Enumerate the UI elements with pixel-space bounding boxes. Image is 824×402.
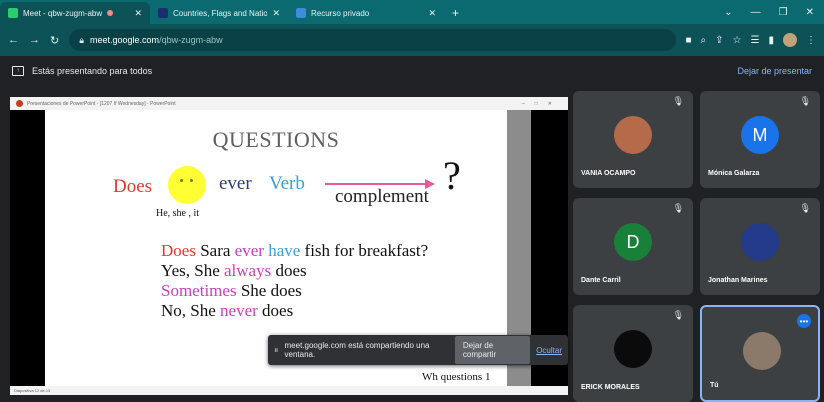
new-tab-button[interactable]: +: [444, 6, 467, 24]
stop-sharing-button[interactable]: Dejar de compartir: [454, 336, 531, 364]
slide-verb: Verb: [269, 173, 305, 194]
toolbar-icons: ■ ⌕ ⇪ ☆ ☰ ▮ ⋮: [686, 33, 816, 47]
powerpoint-titlebar: Presentaciones de PowerPoint - [1207 If …: [10, 97, 568, 110]
address-bar-row: ← → ↻ 🔒︎ meet.google.com/qbw-zugm-abw ■ …: [0, 24, 824, 56]
avatar: [614, 116, 652, 154]
avatar: [614, 330, 652, 368]
side-panel-icon[interactable]: ▮: [768, 35, 774, 46]
avatar: M: [741, 116, 779, 154]
sharing-notification: ⏸ meet.google.com está compartiendo una …: [268, 335, 568, 365]
tab-recurso[interactable]: Recurso privado ✕: [288, 2, 444, 24]
hide-link[interactable]: Ocultar: [536, 346, 562, 355]
site-favicon-icon: [158, 8, 168, 18]
recording-dot-icon: [107, 10, 114, 16]
forward-icon[interactable]: →: [29, 34, 40, 46]
close-tab-icon[interactable]: ✕: [134, 8, 142, 19]
slide-subjects: He, she , it: [156, 208, 200, 219]
example-line-4: No, She never does: [161, 301, 294, 320]
reading-list-icon[interactable]: ☰: [751, 35, 760, 46]
example-line-2: Yes, She always does: [161, 261, 307, 280]
mic-off-icon: 🎙︎: [672, 203, 684, 213]
powerpoint-icon: [16, 100, 23, 107]
tab-search-icon[interactable]: ⌄: [724, 7, 732, 18]
lock-icon: 🔒︎: [79, 34, 85, 45]
avatar: [741, 223, 779, 261]
slide-footer: Wh questions 1: [422, 371, 491, 383]
minimize-icon[interactable]: —: [751, 7, 761, 18]
powerpoint-statusbar: Diapositiva 12 de 13: [10, 386, 568, 395]
drag-handle-icon[interactable]: ⏸: [274, 345, 279, 356]
slide-question-mark: ?: [443, 153, 461, 198]
zoom-icon[interactable]: ⌕: [701, 35, 707, 46]
ppt-window-controls: –□✕: [522, 100, 562, 107]
self-tile[interactable]: ••• Tú: [700, 305, 820, 402]
smiley-icon: [168, 166, 206, 204]
slide-ever: ever: [219, 173, 252, 194]
reload-icon[interactable]: ↻: [50, 34, 59, 47]
presenting-bar: ↑ Estás presentando para todos Dejar de …: [0, 56, 824, 86]
participant-tile[interactable]: 🎙︎ Jonathan Marines: [700, 198, 820, 295]
participant-tile[interactable]: 🎙︎ M Mónica Galarza: [700, 91, 820, 188]
profile-avatar[interactable]: [783, 33, 797, 47]
mic-off-icon: 🎙︎: [799, 203, 811, 213]
slide-does: Does: [113, 176, 153, 197]
example-line-1: Does Sara ever have fish for breakfast?: [161, 241, 429, 260]
more-options-icon[interactable]: •••: [797, 314, 811, 328]
browser-tabbar: Meet - qbw-zugm-abw ✕ Countries, Flags a…: [0, 0, 824, 24]
back-icon[interactable]: ←: [8, 34, 19, 46]
slide-complement: complement: [335, 186, 429, 207]
tab-countries[interactable]: Countries, Flags and Nationalitie ✕: [150, 2, 288, 24]
restore-icon[interactable]: ❐: [779, 7, 788, 18]
avatar: [743, 332, 781, 370]
example-line-3: Sometimes She does: [161, 281, 302, 300]
share-icon[interactable]: ⇪: [715, 35, 723, 46]
participant-tile[interactable]: 🎙︎ VANIA OCAMPO: [573, 91, 693, 188]
url-input[interactable]: 🔒︎ meet.google.com/qbw-zugm-abw: [69, 29, 676, 51]
site-favicon-icon: [296, 8, 306, 18]
close-tab-icon[interactable]: ✕: [428, 8, 436, 19]
mic-off-icon: 🎙︎: [799, 96, 811, 106]
menu-icon[interactable]: ⋮: [806, 35, 816, 46]
tab-meet[interactable]: Meet - qbw-zugm-abw ✕: [0, 2, 150, 24]
meet-favicon-icon: [8, 8, 18, 18]
avatar: D: [614, 223, 652, 261]
stop-presenting-button[interactable]: Dejar de presentar: [737, 66, 812, 76]
slide-title: QUESTIONS: [212, 127, 340, 152]
close-window-icon[interactable]: ✕: [806, 7, 814, 18]
bookmark-star-icon[interactable]: ☆: [733, 35, 742, 46]
close-tab-icon[interactable]: ✕: [272, 8, 280, 19]
presenting-label: Estás presentando para todos: [32, 66, 153, 76]
mic-off-icon: 🎙︎: [672, 96, 684, 106]
participant-tile[interactable]: 🎙︎ D Dante Carril: [573, 198, 693, 295]
mic-off-icon: 🎙︎: [672, 310, 684, 320]
participant-tile[interactable]: 🎙︎ ERICK MORALES: [573, 305, 693, 402]
camera-icon[interactable]: ■: [686, 35, 692, 46]
present-screen-icon: ↑: [12, 66, 24, 76]
window-controls: ⌄ — ❐ ✕: [724, 0, 824, 24]
